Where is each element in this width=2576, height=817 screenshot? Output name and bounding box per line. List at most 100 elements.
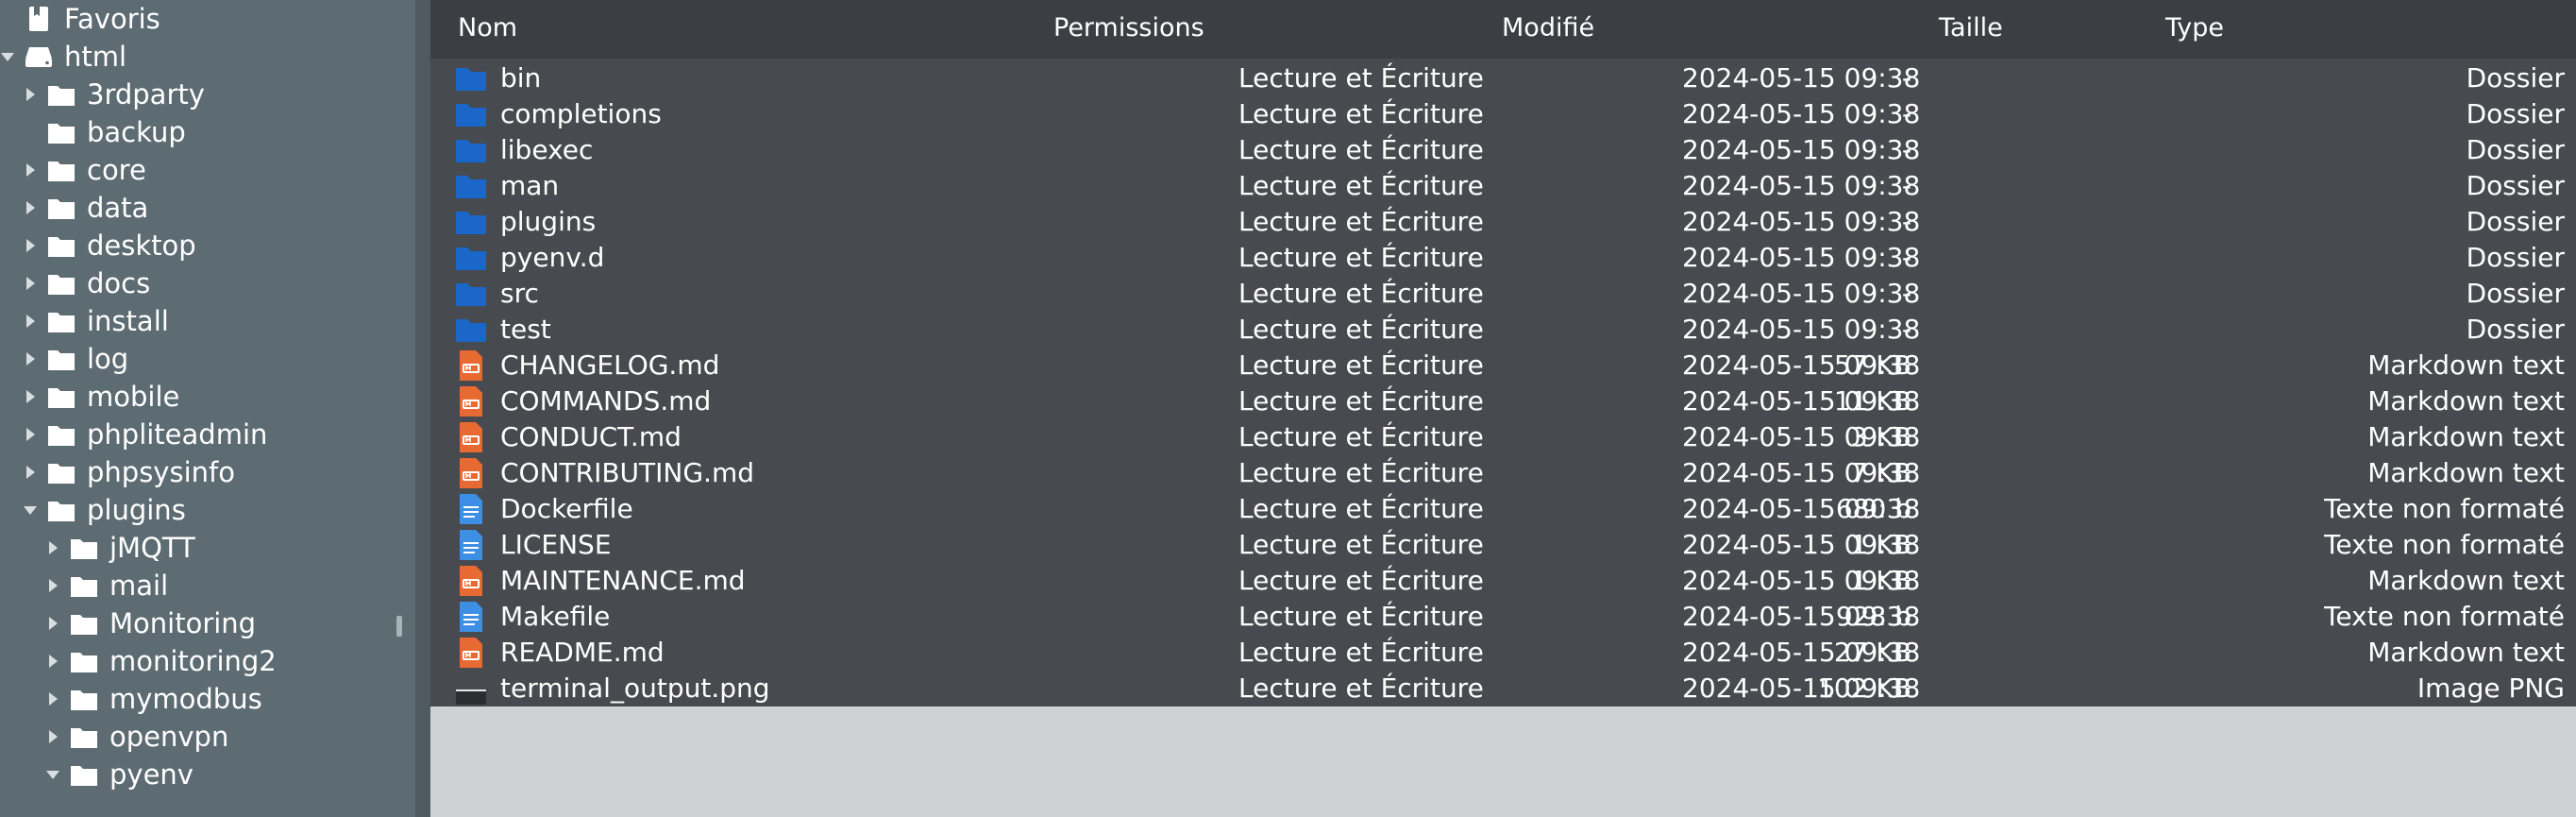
file-name: terminal_output.png: [500, 672, 770, 704]
caret-right-icon[interactable]: [45, 579, 60, 592]
file-permissions: Lecture et Écriture: [1238, 457, 1484, 488]
file-row[interactable]: man Lecture et Écriture 2024-05-15 09:38- D…: [430, 168, 2576, 204]
tree-item-data[interactable]: data: [0, 189, 415, 227]
caret-down-icon[interactable]: [23, 505, 38, 515]
tree-item-label: 3rdparty: [87, 78, 205, 111]
tree-item-backup[interactable]: backup: [0, 113, 415, 151]
file-row[interactable]: Dockerfile Lecture et Écriture 2024-05-15 …: [430, 491, 2576, 527]
file-row[interactable]: CONTRIBUTING.md Lecture et Écriture 2024-0…: [430, 455, 2576, 491]
caret-right-icon[interactable]: [45, 617, 60, 630]
file-size: 680 b: [1835, 493, 1911, 524]
caret-down-icon[interactable]: [45, 770, 60, 779]
file-type: Dossier: [2466, 278, 2565, 309]
folder-icon: [455, 206, 487, 238]
caret-right-icon[interactable]: [23, 428, 38, 441]
caret-right-icon[interactable]: [23, 163, 38, 177]
file-name: src: [500, 278, 539, 309]
tree-item-phpliteadmin[interactable]: phpliteadmin: [0, 416, 415, 453]
folder-icon: [70, 647, 98, 675]
file-row[interactable]: test Lecture et Écriture 2024-05-15 09:38-…: [430, 312, 2576, 348]
caret-right-icon[interactable]: [23, 277, 38, 290]
tree-item-3rdparty[interactable]: 3rdparty: [0, 76, 415, 113]
column-type[interactable]: Type: [2165, 13, 2224, 43]
caret-right-icon[interactable]: [23, 88, 38, 101]
file-row[interactable]: bin Lecture et Écriture 2024-05-15 09:38- D…: [430, 60, 2576, 96]
tree-item-monitoring2[interactable]: monitoring2: [0, 642, 415, 680]
caret-right-icon[interactable]: [45, 655, 60, 668]
file-row[interactable]: LICENSE Lecture et Écriture 2024-05-15 09:…: [430, 527, 2576, 563]
tree-item-html[interactable]: html: [0, 38, 396, 76]
tree-item-log[interactable]: log: [0, 340, 415, 378]
file-permissions: Lecture et Écriture: [1238, 565, 1484, 596]
file-size: -: [1901, 242, 1911, 273]
caret-right-icon[interactable]: [23, 390, 38, 403]
tree-item-core[interactable]: core: [0, 151, 415, 189]
tree-item-monitoring[interactable]: Monitoring: [0, 604, 415, 642]
caret-right-icon[interactable]: [23, 239, 38, 252]
file-size: 27 KB: [1833, 637, 1911, 668]
tree-item-install[interactable]: install: [0, 302, 415, 340]
tree-item-plugins[interactable]: plugins: [0, 491, 415, 529]
file-row[interactable]: MAINTENANCE.md Lecture et Écriture 2024-05…: [430, 563, 2576, 599]
file-type: Dossier: [2466, 170, 2565, 201]
file-type: Texte non formaté: [2324, 601, 2565, 632]
file-size: -: [1901, 314, 1911, 345]
file-type: Texte non formaté: [2324, 529, 2565, 560]
file-row[interactable]: src Lecture et Écriture 2024-05-15 09:38- D…: [430, 276, 2576, 312]
markdown-file-icon: [455, 385, 487, 417]
file-row[interactable]: Makefile Lecture et Écriture 2024-05-15 09…: [430, 599, 2576, 635]
sidebar-resize-handle[interactable]: [396, 616, 402, 637]
folder-icon: [47, 458, 76, 486]
file-row[interactable]: CHANGELOG.md Lecture et Écriture 2024-05-1…: [430, 348, 2576, 383]
file-row[interactable]: completions Lecture et Écriture 2024-05-15…: [430, 96, 2576, 132]
tree-item-pyenv[interactable]: pyenv: [0, 756, 415, 793]
file-name: CONTRIBUTING.md: [500, 457, 755, 488]
caret-right-icon[interactable]: [23, 352, 38, 366]
sidebar-divider[interactable]: [415, 0, 430, 817]
caret-right-icon[interactable]: [23, 315, 38, 328]
file-row[interactable]: libexec Lecture et Écriture 2024-05-15 09:…: [430, 132, 2576, 168]
caret-right-icon[interactable]: [45, 692, 60, 706]
file-size: 3 KB: [1850, 421, 1911, 452]
file-row[interactable]: COMMANDS.md Lecture et Écriture 2024-05-15…: [430, 383, 2576, 419]
file-row[interactable]: README.md Lecture et Écriture 2024-05-15 0…: [430, 635, 2576, 671]
tree-item-openvpn[interactable]: openvpn: [0, 718, 415, 756]
markdown-file-icon: [455, 421, 487, 453]
folder-icon: [70, 534, 98, 562]
column-size[interactable]: Taille: [1939, 13, 2003, 43]
tree-item-mail[interactable]: mail: [0, 567, 415, 604]
column-permissions[interactable]: Permissions: [1053, 13, 1204, 43]
column-modified[interactable]: Modifié: [1502, 13, 1594, 43]
file-permissions: Lecture et Écriture: [1238, 206, 1484, 237]
tree-item-desktop[interactable]: desktop: [0, 227, 415, 264]
caret-right-icon[interactable]: [23, 466, 38, 479]
tree-item-mobile[interactable]: mobile: [0, 378, 415, 416]
file-row[interactable]: plugins Lecture et Écriture 2024-05-15 09:…: [430, 204, 2576, 240]
file-name: libexec: [500, 134, 594, 165]
file-row[interactable]: CONDUCT.md Lecture et Écriture 2024-05-15 …: [430, 419, 2576, 455]
folder-icon: [47, 345, 76, 373]
file-row[interactable]: terminal_output.png Lecture et Écriture 20…: [430, 671, 2576, 706]
tree-item-label: log: [87, 343, 129, 375]
file-modified: 2024-05-15 09:38: [1682, 206, 1921, 237]
column-name[interactable]: Nom: [458, 13, 517, 43]
tree-item-phpsysinfo[interactable]: phpsysinfo: [0, 453, 415, 491]
tree-item-label: phpliteadmin: [87, 418, 268, 451]
tree-item-docs[interactable]: docs: [0, 264, 415, 302]
file-list: bin Lecture et Écriture 2024-05-15 09:38- D…: [430, 59, 2576, 706]
caret-right-icon[interactable]: [45, 730, 60, 743]
file-type: Markdown text: [2367, 385, 2565, 417]
tree-item-jmqtt[interactable]: jMQTT: [0, 529, 415, 567]
tree-item-label: desktop: [87, 230, 196, 262]
tree-item-label: install: [87, 305, 169, 337]
file-row[interactable]: pyenv.d Lecture et Écriture 2024-05-15 09:…: [430, 240, 2576, 276]
caret-right-icon[interactable]: [23, 201, 38, 214]
folder-icon: [47, 156, 76, 184]
tree-item-label: mymodbus: [109, 683, 262, 715]
caret-down-icon[interactable]: [0, 52, 15, 61]
tree-item-favoris[interactable]: Favoris: [0, 0, 396, 38]
caret-right-icon[interactable]: [45, 541, 60, 554]
tree-item-label: monitoring2: [109, 645, 277, 677]
file-modified: 2024-05-15 09:38: [1682, 242, 1921, 273]
tree-item-mymodbus[interactable]: mymodbus: [0, 680, 415, 718]
